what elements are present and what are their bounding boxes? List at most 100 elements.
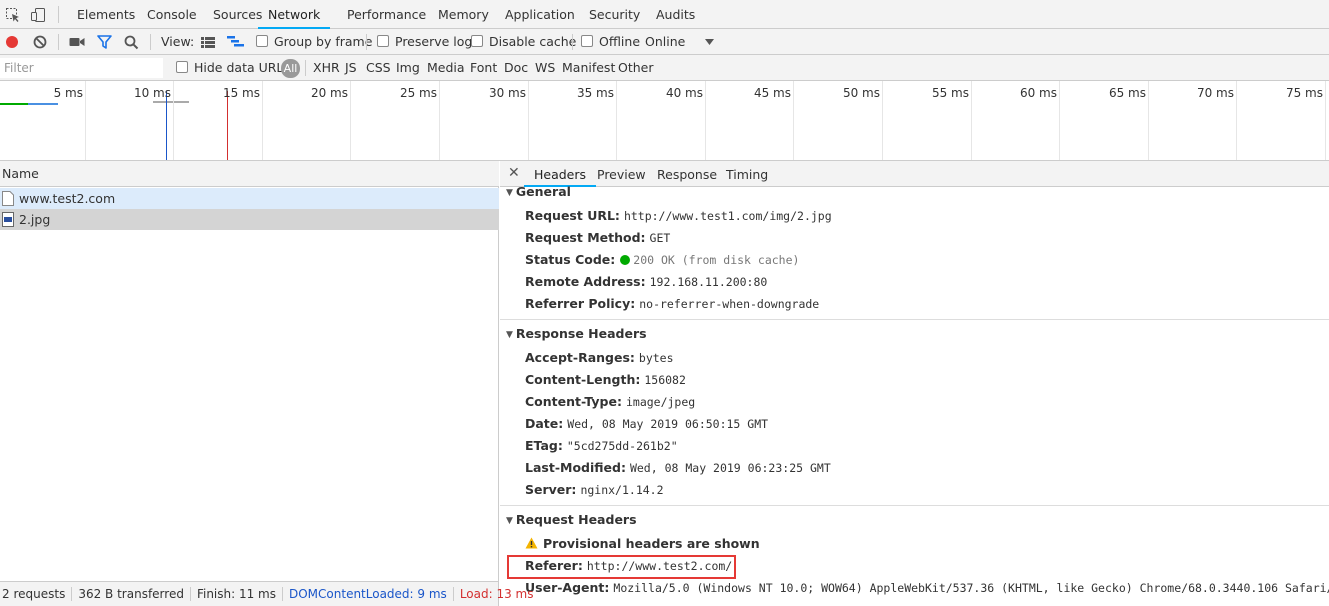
preserve-log-checkbox[interactable] — [377, 35, 389, 47]
header-value: http://www.test1.com/img/2.jpg — [623, 209, 832, 223]
header-row: Server: nginx/1.14.2 — [525, 482, 664, 497]
timeline-tick-label: 10 ms — [133, 86, 171, 100]
toolbar-divider — [572, 34, 573, 50]
header-value: "5cd275dd-261b2" — [566, 439, 678, 453]
header-row: Remote Address: 192.168.11.200:80 — [525, 274, 767, 289]
load-event-marker — [227, 91, 228, 160]
group-by-frame-checkbox[interactable] — [256, 35, 268, 47]
type-filter-img[interactable]: Img — [396, 55, 420, 81]
timeline-tick-label: 25 ms — [399, 86, 437, 100]
waterfall-view-icon[interactable] — [227, 36, 245, 49]
header-row: Last-Modified: Wed, 08 May 2019 06:23:25 … — [525, 460, 831, 475]
tab-security[interactable]: Security — [589, 0, 640, 29]
hide-data-urls-checkbox[interactable] — [176, 61, 188, 73]
header-value: GET — [649, 231, 671, 245]
type-filter-other[interactable]: Other — [618, 55, 654, 81]
timeline-tick-label: 40 ms — [665, 86, 703, 100]
large-rows-icon[interactable] — [201, 37, 215, 48]
tab-sources[interactable]: Sources — [213, 0, 262, 29]
header-row: Referrer Policy: no-referrer-when-downgra… — [525, 296, 819, 311]
provisional-text: Provisional headers are shown — [543, 536, 760, 551]
type-filter-all[interactable]: All — [281, 59, 300, 78]
header-value: 156082 — [644, 373, 686, 387]
tab-elements[interactable]: Elements — [77, 0, 135, 29]
tab-timing[interactable]: Timing — [726, 161, 768, 187]
tab-performance[interactable]: Performance — [347, 0, 426, 29]
tab-bar-divider — [58, 6, 59, 23]
timeline-grid-line — [1236, 81, 1237, 160]
device-toolbar-icon[interactable] — [30, 7, 46, 23]
record-icon[interactable] — [5, 35, 19, 49]
type-filter-doc[interactable]: Doc — [504, 55, 528, 81]
offline-checkbox[interactable] — [581, 35, 593, 47]
header-key: User-Agent: — [525, 580, 610, 595]
type-filter-ws[interactable]: WS — [535, 55, 555, 81]
document-icon — [2, 191, 14, 206]
header-key: Request URL: — [525, 208, 620, 223]
timeline-tick-label: 65 ms — [1108, 86, 1146, 100]
tab-memory[interactable]: Memory — [438, 0, 489, 29]
response-headers-title-text: Response Headers — [515, 326, 647, 341]
triangle-down-icon: ▼ — [506, 188, 513, 198]
image-icon — [2, 212, 14, 227]
timeline-tick-label: 70 ms — [1196, 86, 1234, 100]
timeline-grid-line — [882, 81, 883, 160]
request-row[interactable]: www.test2.com — [0, 188, 499, 209]
header-value: nginx/1.14.2 — [580, 483, 664, 497]
type-filter-xhr[interactable]: XHR — [313, 55, 340, 81]
timeline-overview[interactable]: 5 ms 10 ms 15 ms 20 ms 25 ms 30 ms 35 ms 40 ms 4… — [0, 81, 1329, 161]
timeline-grid-line — [971, 81, 972, 160]
header-key: Referrer Policy: — [525, 296, 636, 311]
tab-response[interactable]: Response — [657, 161, 717, 187]
disable-cache-checkbox[interactable] — [471, 35, 483, 47]
tab-preview[interactable]: Preview — [597, 161, 646, 187]
view-label: View: — [161, 34, 195, 49]
inspect-element-icon[interactable] — [5, 7, 21, 23]
throttling-select[interactable]: Online — [645, 29, 685, 55]
type-filter-manifest[interactable]: Manifest — [562, 55, 615, 81]
referer-highlight-box — [507, 555, 736, 579]
timeline-grid-line — [793, 81, 794, 160]
provisional-headers-notice: Provisional headers are shown — [543, 536, 760, 551]
tab-network[interactable]: Network — [258, 0, 331, 29]
network-toolbar: View: Group by frame Preserve log Disabl… — [0, 29, 1329, 55]
tab-audits[interactable]: Audits — [656, 0, 695, 29]
filter-bar: Hide data URLs All XHR JS CSS Img Media … — [0, 55, 1329, 81]
type-filter-js[interactable]: JS — [345, 55, 357, 81]
request-row[interactable]: 2.jpg — [0, 209, 499, 230]
tab-console[interactable]: Console — [147, 0, 197, 29]
dom-content-loaded-time: DOMContentLoaded: 9 ms — [289, 587, 447, 601]
name-column-header[interactable]: Name — [0, 161, 499, 187]
timeline-grid-line — [1325, 81, 1326, 160]
filter-divider — [305, 60, 306, 76]
timeline-tick-label: 35 ms — [576, 86, 614, 100]
header-row: ETag: "5cd275dd-261b2" — [525, 438, 678, 453]
general-section-title[interactable]: ▼ General — [506, 184, 571, 199]
clear-icon[interactable] — [33, 35, 47, 49]
screenshot-camera-icon[interactable] — [69, 36, 85, 48]
type-filter-media[interactable]: Media — [427, 55, 465, 81]
chevron-down-icon[interactable] — [705, 39, 714, 45]
toolbar-divider — [366, 34, 367, 50]
filter-funnel-icon[interactable] — [97, 35, 112, 49]
dom-content-loaded-marker — [166, 91, 167, 160]
header-key: Request Method: — [525, 230, 646, 245]
timeline-tick-label: 15 ms — [222, 86, 260, 100]
type-filter-css[interactable]: CSS — [366, 55, 391, 81]
header-row: Request URL: http://www.test1.com/img/2.j… — [525, 208, 832, 223]
disable-cache-label: Disable cache — [489, 34, 577, 49]
timeline-grid-line — [262, 81, 263, 160]
header-value: 192.168.11.200:80 — [649, 275, 768, 289]
timeline-tick-label: 60 ms — [1019, 86, 1057, 100]
response-headers-section-title[interactable]: ▼ Response Headers — [506, 326, 647, 341]
header-key: Date: — [525, 416, 564, 431]
tab-application[interactable]: Application — [505, 0, 575, 29]
header-row: Accept-Ranges: bytes — [525, 350, 674, 365]
header-value: 200 OK (from disk cache) — [633, 253, 800, 267]
section-divider — [500, 505, 1329, 506]
header-key: ETag: — [525, 438, 563, 453]
type-filter-font[interactable]: Font — [470, 55, 497, 81]
filter-input[interactable] — [0, 58, 163, 78]
request-headers-section-title[interactable]: ▼ Request Headers — [506, 512, 637, 527]
search-icon[interactable] — [124, 35, 139, 50]
